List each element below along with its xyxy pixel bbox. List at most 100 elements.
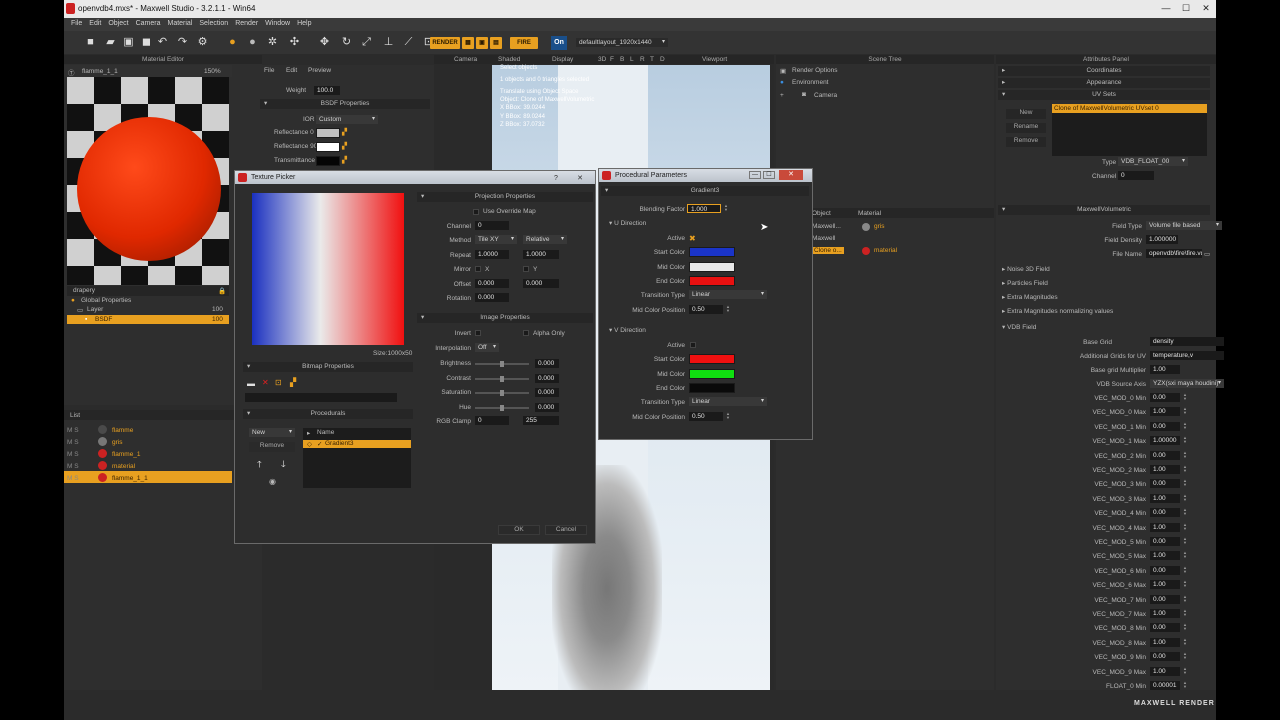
move-down-icon[interactable]: 🡓 [281,457,286,473]
uvset-item[interactable]: Clone of MaxwellVolumetric UVset 0 [1052,104,1207,113]
scene-tree-row[interactable]: Maxwell [812,234,992,245]
u-mid-spinner-icon[interactable]: ▲ ▼ [725,305,731,314]
tree-bsdf[interactable]: ▪ BSDF 100 [67,315,229,324]
maximize-button[interactable]: ☐ [1178,2,1194,14]
vec-row-spinner-icon[interactable]: ▲ ▼ [1182,522,1188,532]
vec-row-field[interactable]: 0.00 [1150,565,1180,575]
viewport-tab-viewport[interactable]: Viewport [702,56,727,63]
uvsets-section[interactable]: ▾ UV Sets [998,90,1210,100]
vdb-field-toggle[interactable]: ▾ VDB Field [1002,323,1036,331]
u-mid-position-field[interactable]: 0.50 [689,305,723,314]
texture-icon[interactable]: ▞ [342,142,347,150]
v-direction-toggle[interactable]: ▾ V Direction [609,326,646,334]
transmittance-swatch[interactable] [316,156,340,166]
u-start-color-swatch[interactable] [689,247,735,257]
vec-row-spinner-icon[interactable]: ▲ ▼ [1182,623,1188,632]
viewport-tab-3d[interactable]: 3D [598,56,606,63]
vec-row-field[interactable]: 0.00 [1150,479,1180,489]
region2-icon[interactable]: ▣ [476,37,488,49]
list-item[interactable]: M Smaterial [64,459,232,471]
u-direction-toggle[interactable]: ▾ U Direction [609,219,646,227]
vec-row-field[interactable]: 0.00 [1150,594,1180,604]
vec-row-field[interactable]: 1.00 [1150,637,1180,647]
vec-row-field[interactable]: 1.00 [1150,407,1180,417]
new-scene-icon[interactable]: ■ [84,36,97,49]
vec-row-field[interactable]: 0.00 [1150,623,1180,633]
list-item[interactable]: M Sflamme [64,423,232,435]
additional-grids-field[interactable]: temperature,v [1150,351,1224,360]
menu-item-camera[interactable]: Camera [136,20,161,27]
clamp-max-field[interactable]: 255 [523,416,559,425]
material-preview[interactable] [67,77,229,285]
preview-scene-dropdown[interactable]: drapery [73,287,95,294]
uv-new-button[interactable]: New [1006,109,1046,119]
procedural-item[interactable]: ◇ ✓ Gradient3 [303,440,411,448]
vec-row-spinner-icon[interactable]: ▲ ▼ [1182,465,1188,474]
vec-row-spinner-icon[interactable]: ▲ ▼ [1182,508,1188,517]
vec-row-field[interactable]: 0.00001 [1150,681,1180,690]
vec-row-spinner-icon[interactable]: ▲ ▼ [1182,493,1188,503]
vec-row-spinner-icon[interactable]: ▲ ▼ [1182,421,1188,431]
camera-item[interactable]: Camera [814,92,837,99]
u-mid-color-swatch[interactable] [689,262,735,272]
lock-icon[interactable]: 🔒 [218,287,226,295]
offset-x-field[interactable]: 0.000 [475,279,509,288]
contrast-field[interactable]: 0.000 [535,373,559,383]
vec-row-spinner-icon[interactable]: ▲ ▼ [1182,551,1188,560]
viewport-tab-f[interactable]: F [610,56,614,63]
on-button[interactable]: On [551,36,567,50]
rotation-field[interactable]: 0.000 [475,293,509,302]
interpolation-dropdown[interactable]: Off [475,343,499,352]
vec-row-field[interactable]: 1.00000 [1150,436,1180,446]
dialog-maximize-icon[interactable]: ☐ [763,171,775,179]
blending-factor-field[interactable]: 1.000 [687,204,721,213]
vec-row-field[interactable]: 0.00 [1150,450,1180,460]
offset-y-field[interactable]: 0.000 [523,279,559,288]
clamp-min-field[interactable]: 0 [475,416,509,425]
menu-item-object[interactable]: Object [108,20,128,27]
viewport-tab-shaded[interactable]: Shaded [498,56,520,63]
vec-row-field[interactable]: 1.00 [1150,666,1180,676]
method-dropdown[interactable]: Tile XY [475,235,517,244]
v-end-color-swatch[interactable] [689,383,735,393]
redo-icon[interactable]: ↷ [176,36,189,49]
vec-row-field[interactable]: 0.00 [1150,652,1180,662]
volumetric-section[interactable]: ▾ MaxwellVolumetric [998,205,1210,215]
vec-row-field[interactable]: 0.00 [1150,393,1180,402]
brightness-slider[interactable] [475,361,529,367]
field-density-field[interactable]: 1.000000 [1146,235,1178,244]
vec-row-field[interactable]: 0.00 [1150,421,1180,431]
gradient-section[interactable]: ▾ Gradient3 [601,186,809,196]
save-icon[interactable]: ▣ [122,36,135,49]
channel-field[interactable]: 0 [1118,171,1154,180]
vec-row-spinner-icon[interactable]: ▲ ▼ [1182,580,1188,589]
dialog-close-icon[interactable]: ✕ [573,172,587,182]
undo-icon[interactable]: ↶ [156,36,169,49]
viewport-tab-camera[interactable]: Camera [454,56,477,63]
u-end-color-swatch[interactable] [689,276,735,286]
vec-row-spinner-icon[interactable]: ▲ ▼ [1182,393,1188,402]
texture-icon[interactable]: ▞ [342,156,347,164]
vec-row-field[interactable]: 1.00 [1150,522,1180,532]
brightness-field[interactable]: 0.000 [535,359,559,368]
delete-icon[interactable]: ✕ [262,378,269,387]
region-icon[interactable]: ▦ [462,37,474,49]
vec-row-spinner-icon[interactable]: ▲ ▼ [1182,594,1188,604]
viewport-tab-r[interactable]: R [640,56,645,63]
menu-item-selection[interactable]: Selection [199,20,228,27]
procedural-new-dropdown[interactable]: New [249,428,295,437]
reflectance90-swatch[interactable] [316,142,340,152]
v-transition-dropdown[interactable]: Linear [689,397,767,406]
menu-item-help[interactable]: Help [297,20,311,27]
v-active-checkbox[interactable] [690,342,696,348]
tp-channel-field[interactable]: 0 [475,221,509,230]
list-item[interactable]: M Sflamme_1 [64,447,232,459]
hue-slider-knob[interactable] [500,404,504,411]
render-button[interactable]: RENDER [430,37,460,49]
u-active-checkbox[interactable]: ✖ [689,234,696,243]
eye-icon[interactable]: Ⓣ [68,67,75,77]
invert-checkbox[interactable] [475,330,481,336]
crop-icon[interactable]: ⊡ [275,378,282,387]
vec-row-spinner-icon[interactable]: ▲ ▼ [1182,479,1188,488]
settings-icon[interactable]: ⚙ [196,36,209,49]
